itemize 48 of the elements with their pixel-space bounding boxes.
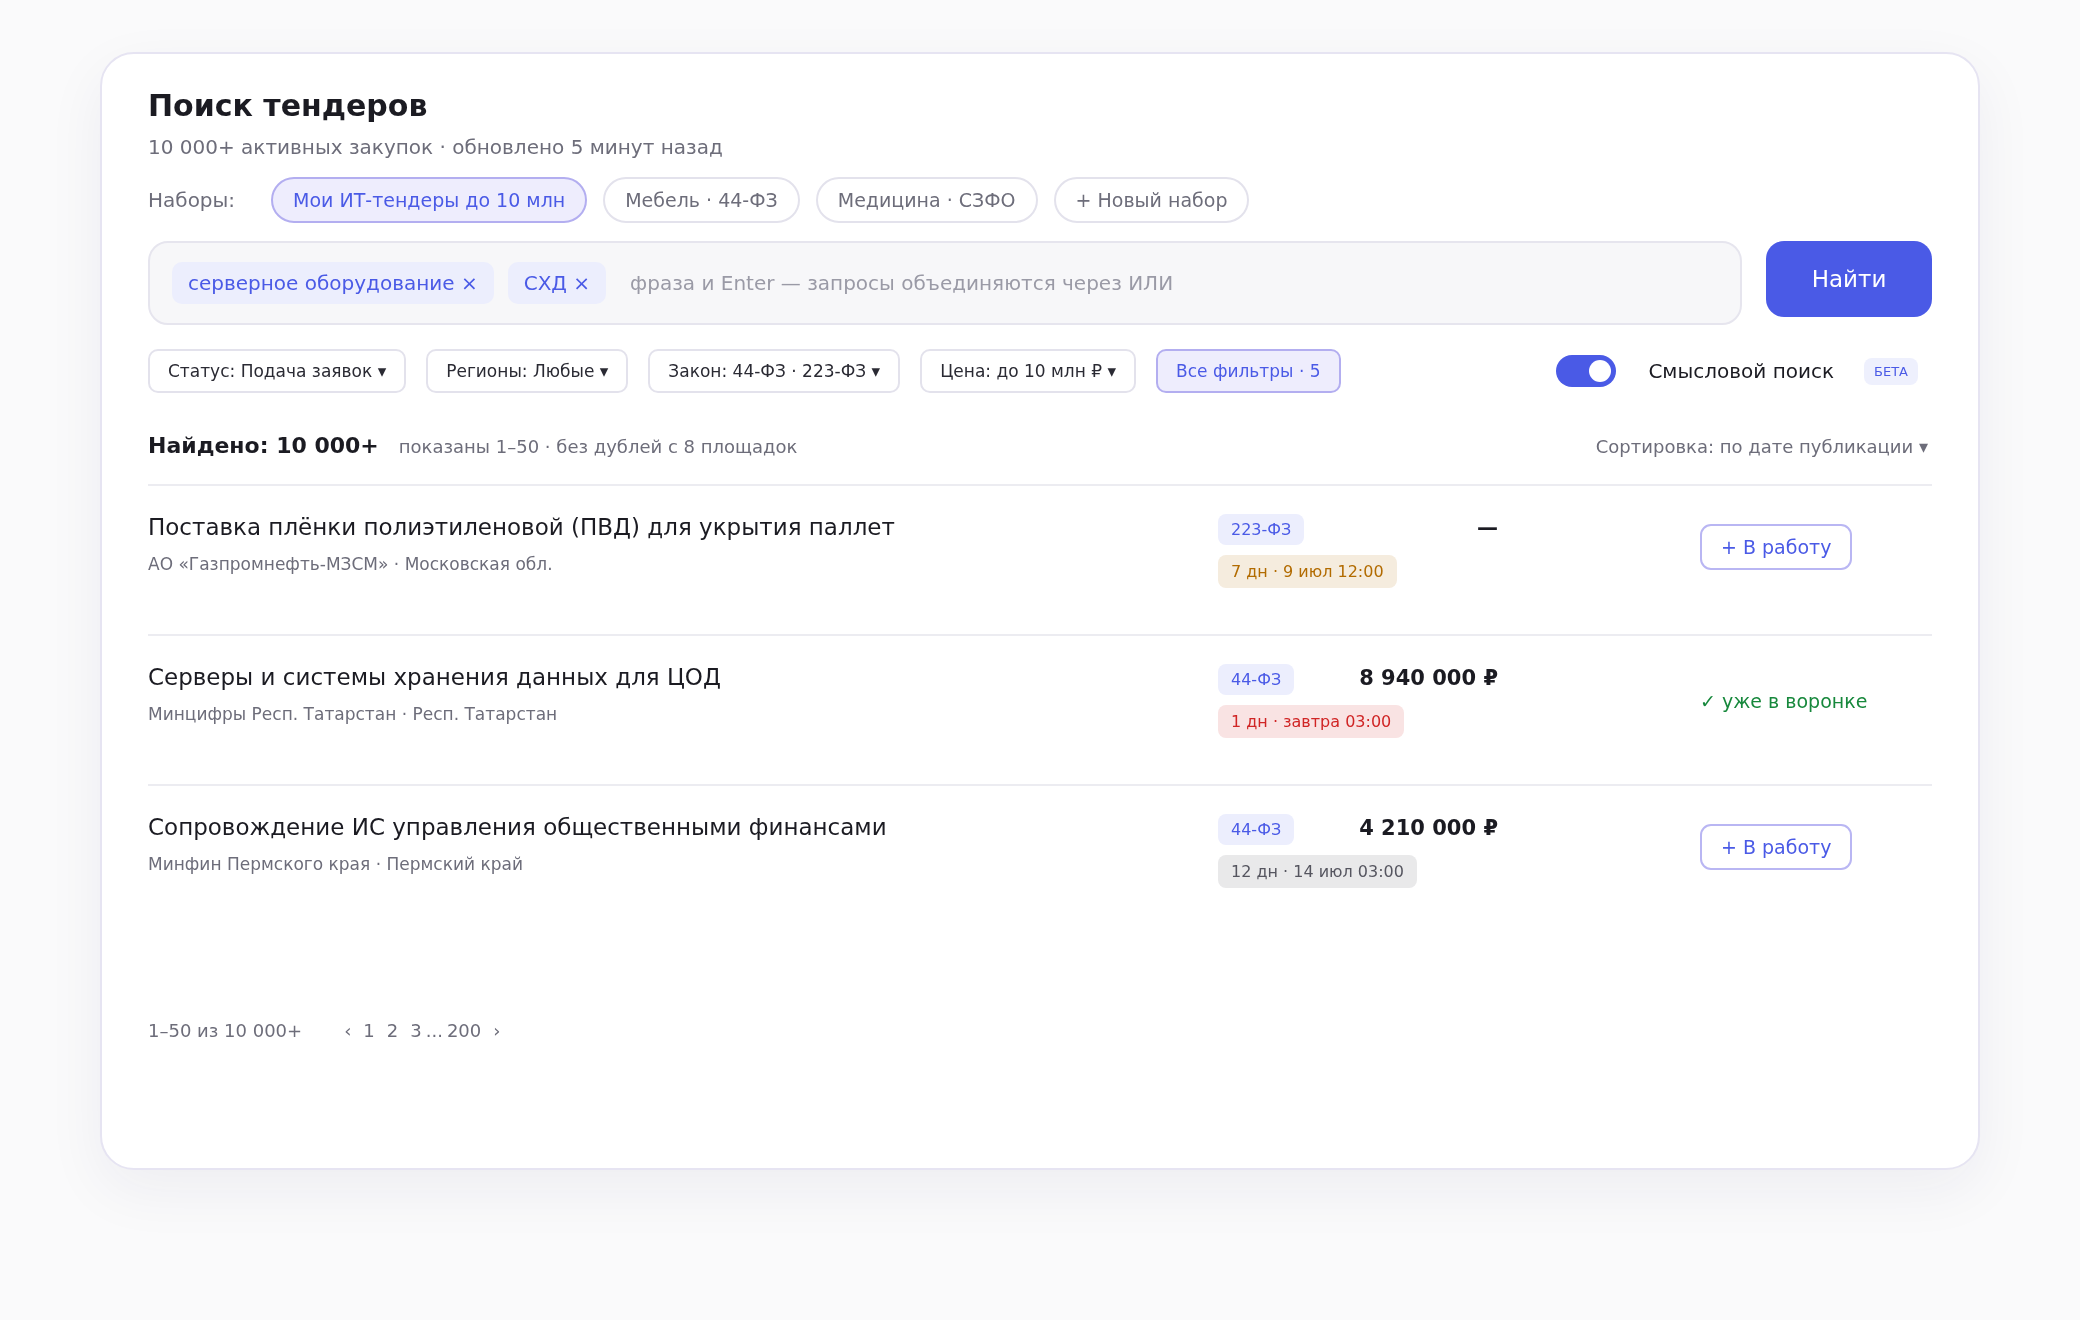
tender-title[interactable]: Поставка плёнки полиэтиленовой (ПВД) для укрытия паллет — [148, 514, 1218, 540]
query-token[interactable]: серверное оборудование × — [172, 262, 494, 304]
tender-customer: Минфин Пермского края · Пермский край — [148, 854, 524, 874]
results-count: Найдено: 10 000+ — [148, 433, 379, 458]
saved-set-chip[interactable]: Мои ИТ-тендеры до 10 млн — [271, 177, 588, 223]
filter-dropdown[interactable]: Статус: Подача заявок ▾ — [148, 349, 407, 393]
next-page-link[interactable]: › — [493, 1020, 501, 1041]
tender-price: — — [1477, 515, 1498, 540]
previous-page-link[interactable]: ‹ — [344, 1020, 352, 1041]
results-note: показаны 1–50 · без дублей с 8 площадок — [398, 436, 798, 457]
tender-price: 8 940 000 ₽ — [1359, 665, 1498, 690]
semantic-search-toggle[interactable] — [1556, 355, 1617, 387]
page-link[interactable]: 2 — [386, 1020, 399, 1041]
filter-dropdown[interactable]: Регионы: Любые ▾ — [426, 349, 629, 393]
page-title: Поиск тендеров — [148, 88, 429, 123]
tender-customer: Минцифры Респ. Татарстан · Респ. Татарстан — [148, 704, 559, 724]
results-range: 1–50 из 10 000+ — [148, 1020, 303, 1041]
law-tag: 44-ФЗ — [1218, 664, 1295, 695]
tender-customer: АО «Газпромнефть-МЗСМ» · Московская обл. — [148, 554, 554, 574]
sort-dropdown[interactable]: Сортировка: по дате публикации ▾ — [1595, 436, 1928, 457]
filter-dropdown[interactable]: Закон: 44-ФЗ · 223-ФЗ ▾ — [648, 349, 901, 393]
saved-set-chip[interactable]: Мебель · 44-ФЗ — [603, 177, 800, 223]
tender-title[interactable]: Сопровождение ИС управления общественными финансами — [148, 814, 1218, 840]
law-tag: 223-ФЗ — [1218, 514, 1305, 545]
page-link[interactable]: 1 — [363, 1020, 375, 1041]
saved-set-chip[interactable]: + Новый набор — [1053, 177, 1250, 223]
search-field[interactable]: серверное оборудование × СХД × фраза и Enter — запросы объединяются через ИЛИ — [148, 241, 1742, 325]
search-button[interactable]: Найти — [1766, 241, 1932, 317]
in-pipeline-status: ✓ уже в воронке — [1700, 690, 1868, 712]
beta-badge: БЕТА — [1864, 357, 1918, 385]
filter-dropdown[interactable]: Все фильтры · 5 — [1156, 349, 1341, 393]
deadline-tag: 12 дн · 14 июл 03:00 — [1218, 855, 1417, 888]
pagination-ellipsis: ... — [425, 1020, 443, 1041]
toggle-label: Смысловой поиск — [1648, 359, 1835, 383]
deadline-tag: 7 дн · 9 июл 12:00 — [1218, 555, 1397, 588]
law-tag: 44-ФЗ — [1218, 814, 1295, 845]
page-subtitle: 10 000+ активных закупок · обновлено 5 минут назад — [148, 135, 724, 159]
query-token[interactable]: СХД × — [507, 262, 607, 304]
saved-set-chip[interactable]: Медицина · СЗФО — [815, 177, 1038, 223]
deadline-tag: 1 дн · завтра 03:00 — [1218, 705, 1405, 738]
sets-label: Наборы: — [148, 188, 236, 212]
add-to-work-button[interactable]: + В работу — [1700, 824, 1853, 870]
page-link[interactable]: 200 — [446, 1020, 482, 1041]
filter-dropdown[interactable]: Цена: до 10 млн ₽ ▾ — [920, 349, 1136, 393]
page-link[interactable]: 3 — [410, 1020, 422, 1041]
tender-title[interactable]: Серверы и системы хранения данных для ЦОД — [148, 664, 1218, 690]
add-to-work-button[interactable]: + В работу — [1700, 524, 1853, 570]
tender-price: 4 210 000 ₽ — [1359, 815, 1498, 840]
